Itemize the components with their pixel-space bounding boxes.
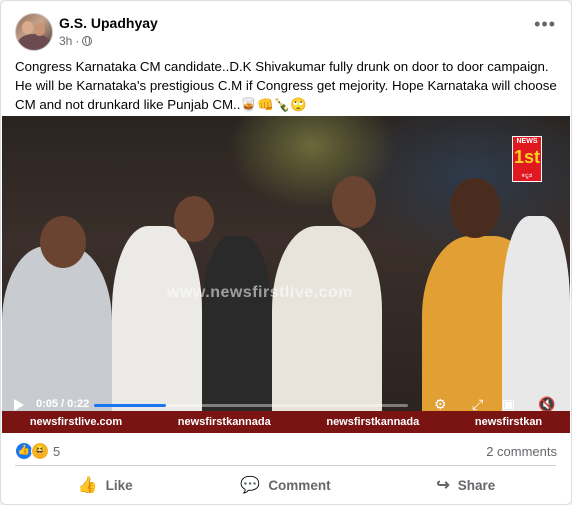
author-name[interactable]: G.S. Upadhyay	[59, 15, 158, 31]
ticker-item: newsfirstkannada	[326, 416, 420, 428]
share-icon: ↪	[436, 477, 450, 494]
meta-separator: ·	[75, 34, 80, 48]
more-options-icon[interactable]: •••	[534, 15, 556, 33]
post-actions: 👍 Like 💬 Comment ↪ Share	[15, 469, 556, 501]
like-label: Like	[105, 477, 133, 493]
comment-label: Comment	[268, 477, 331, 493]
ticker-item: newsfirstlive.com	[29, 416, 123, 428]
comments-count-link[interactable]: 2 comments	[486, 444, 557, 459]
ticker-item: newsfirstkannada	[177, 416, 271, 428]
play-icon[interactable]	[14, 399, 24, 411]
video-watermark: www.newsfirstlive.com	[167, 284, 353, 301]
video-progress-bar[interactable]	[94, 404, 408, 407]
post-header: G.S. Upadhyay 3h · •••	[15, 13, 560, 53]
haha-reaction-icon: 😆	[31, 442, 49, 460]
post-time[interactable]: 3h	[59, 34, 72, 48]
like-icon: 👍	[77, 477, 98, 494]
post-text: Congress Karnataka CM candidate..D.K Shi…	[15, 59, 557, 112]
reaction-count: 5	[53, 443, 61, 459]
video-time: 0:05 / 0:22	[36, 398, 90, 410]
post-meta: 3h ·	[59, 34, 93, 48]
reaction-summary[interactable]: 👍 😆 5	[15, 442, 60, 460]
share-label: Share	[457, 477, 496, 493]
post-card: G.S. Upadhyay 3h · ••• Congress Karnatak…	[0, 0, 572, 505]
ticker-item: newsfirstkan	[474, 416, 543, 428]
video-player[interactable]: www.newsfirstlive.com NEWS 1st ಕನ್ನಡ 0:0…	[2, 116, 570, 433]
avatar[interactable]	[15, 13, 53, 51]
divider	[15, 465, 556, 466]
channel-logo: NEWS 1st ಕನ್ನಡ	[512, 136, 542, 182]
comment-button[interactable]: 💬 Comment	[195, 469, 375, 501]
globe-icon	[82, 36, 93, 46]
news-ticker: newsfirstlive.com newsfirstkannada newsf…	[2, 411, 570, 433]
share-button[interactable]: ↪ Share	[376, 469, 556, 501]
like-button[interactable]: 👍 Like	[15, 469, 195, 501]
comment-icon: 💬	[240, 477, 261, 494]
